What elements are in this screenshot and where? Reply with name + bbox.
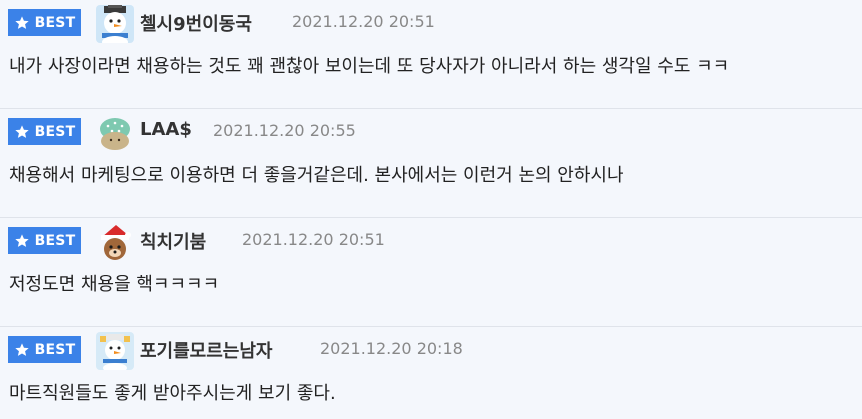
best-badge-label: BEST: [34, 123, 76, 140]
best-badge: BEST: [8, 336, 81, 363]
star-icon: [14, 233, 29, 247]
best-badge-label: BEST: [34, 341, 76, 358]
comment-nickname[interactable]: 포기를모르는남자: [140, 337, 272, 363]
comment-content: 채용해서 마케팅으로 이용하면 더 좋을거같은데. 본사에서는 이런거 논의 안…: [9, 165, 624, 186]
comment-timestamp: 2021.12.20 20:18: [320, 339, 463, 358]
comment-item: BEST 칙치기붐 2021.12.20 20:51 저정도면 채용을 핵ㅋㅋㅋ…: [0, 218, 862, 327]
best-badge: BEST: [8, 227, 81, 254]
comment-content: 저정도면 채용을 핵ㅋㅋㅋㅋ: [9, 274, 220, 295]
star-icon: [14, 124, 29, 138]
comment-content: 마트직원들도 좋게 받아주시는게 보기 좋다.: [9, 383, 336, 404]
comment-nickname[interactable]: 칙치기붐: [140, 228, 206, 254]
snowman-avatar-icon[interactable]: [96, 5, 134, 43]
best-badge: BEST: [8, 118, 81, 145]
comment-item: BEST 포기를모르는남자 2021.12.20 20:18 마트직원들도 좋게…: [0, 327, 862, 419]
star-icon: [14, 342, 29, 356]
comment-timestamp: 2021.12.20 20:51: [242, 230, 385, 249]
comment-content: 내가 사장이라면 채용하는 것도 꽤 괜찮아 보이는데 또 당사자가 아니라서 …: [9, 56, 730, 77]
snowman-avatar-icon[interactable]: [96, 332, 134, 370]
cupcake-avatar-icon[interactable]: [96, 114, 134, 152]
comment-item: BEST 첼시9번이동국 2021.12.20 20:51 내가 사장이라면 채…: [0, 0, 862, 109]
best-badge: BEST: [8, 9, 81, 36]
comment-timestamp: 2021.12.20 20:51: [292, 12, 435, 31]
best-comment-list: BEST 첼시9번이동국 2021.12.20 20:51 내가 사장이라면 채…: [0, 0, 862, 419]
comment-item: BEST LAA$ 2021.12.20 20:55 채용해서 마케팅으로 이용…: [0, 109, 862, 218]
best-badge-label: BEST: [34, 232, 76, 249]
santa-bear-avatar-icon[interactable]: [96, 223, 134, 261]
star-icon: [14, 15, 29, 29]
best-badge-label: BEST: [34, 14, 76, 31]
comment-nickname[interactable]: 첼시9번이동국: [140, 10, 252, 36]
comment-timestamp: 2021.12.20 20:55: [213, 121, 356, 140]
comment-nickname[interactable]: LAA$: [140, 119, 192, 140]
